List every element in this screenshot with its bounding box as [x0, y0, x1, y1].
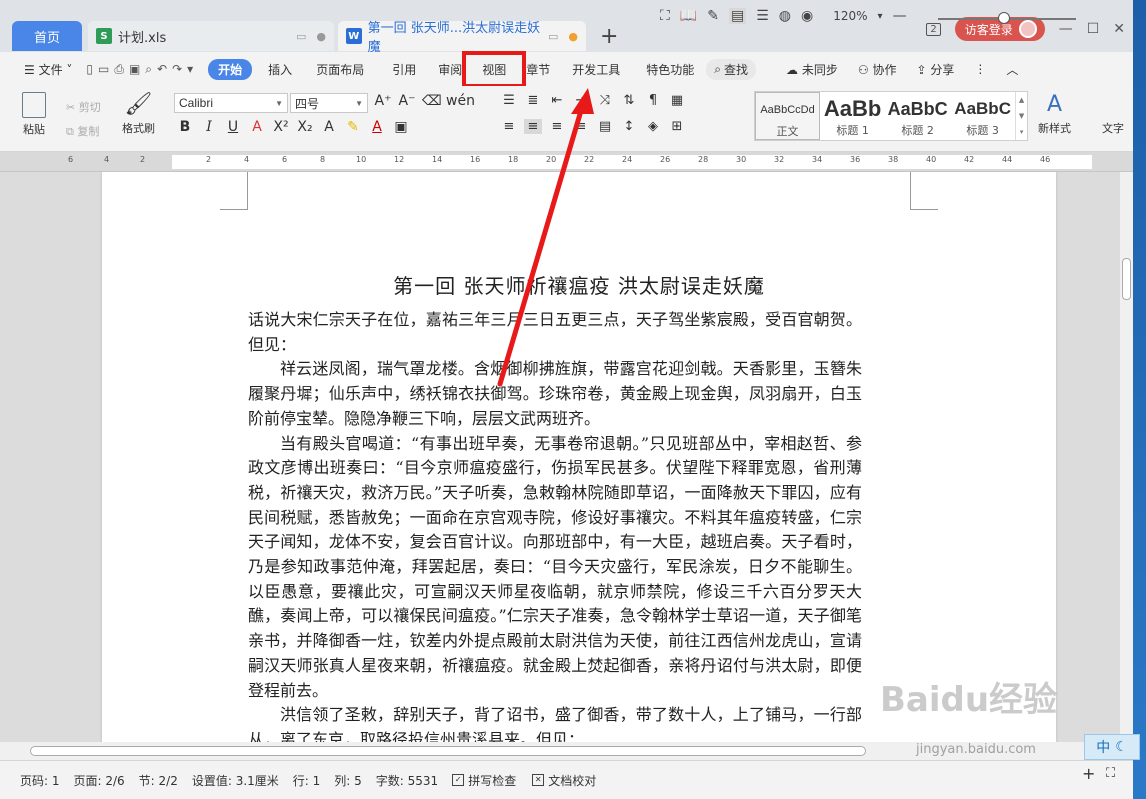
ime-indicator[interactable]: 中 ☾: [1084, 734, 1140, 760]
arrow-shaft: [497, 101, 586, 387]
ime-mode-label: 中: [1096, 740, 1111, 756]
moon-icon: ☾: [1115, 739, 1128, 755]
arrow-head: [571, 88, 594, 114]
watermark-url: jingyan.baidu.com: [916, 742, 1036, 757]
watermark-logo: Baidu经验: [880, 680, 1058, 720]
